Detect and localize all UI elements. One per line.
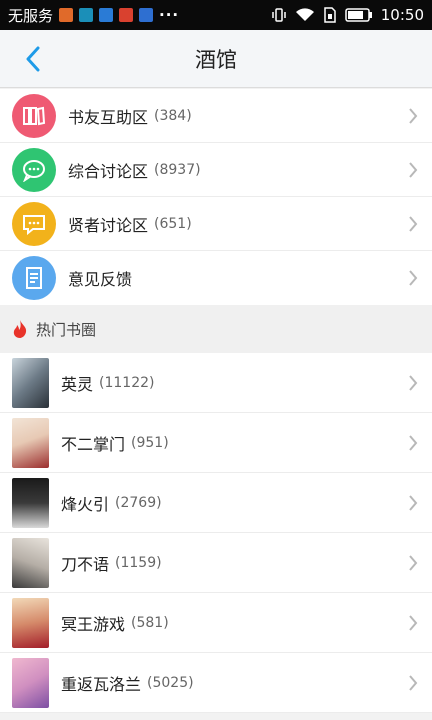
carrier-text: 无服务 xyxy=(8,6,54,25)
sim-card-icon xyxy=(323,7,337,23)
notification-app-icon xyxy=(59,8,74,22)
circle-count: (1159) xyxy=(115,554,162,571)
book-cover xyxy=(12,657,49,708)
clock-time: 10:50 xyxy=(380,6,424,24)
book-circle-item[interactable]: 英灵 (11122) xyxy=(0,353,432,413)
book-circle-item[interactable]: 不二掌门 (951) xyxy=(0,413,432,473)
chat-bubble-icon xyxy=(12,147,56,192)
book-circle-item[interactable]: 冥王游戏 (581) xyxy=(0,593,432,653)
book-circle-list: 英灵 (11122) 不二掌门 (951) 烽火引 (2769) 刀不语 (11… xyxy=(0,353,432,713)
notification-app-icon xyxy=(99,8,114,22)
chevron-right-icon xyxy=(409,161,418,178)
book-circle-item[interactable]: 烽火引 (2769) xyxy=(0,473,432,533)
circle-count: (5025) xyxy=(147,674,194,691)
circle-name: 英灵 xyxy=(61,374,94,394)
message-icon xyxy=(12,201,56,246)
circle-name: 冥王游戏 xyxy=(61,614,126,634)
book-cover xyxy=(12,537,49,588)
circle-count: (2769) xyxy=(115,494,162,511)
more-notifications-icon: ··· xyxy=(159,6,180,24)
book-circle-item[interactable]: 重返瓦洛兰 (5025) xyxy=(0,653,432,713)
books-icon xyxy=(12,93,56,138)
chevron-right-icon xyxy=(409,270,418,286)
chevron-right-icon xyxy=(409,554,418,571)
book-circle-item[interactable]: 刀不语 (1159) xyxy=(0,533,432,593)
chevron-right-icon xyxy=(409,107,418,124)
forum-item-mutual-help[interactable]: 书友互助区 (384) xyxy=(0,89,432,143)
circle-name: 不二掌门 xyxy=(61,434,126,454)
forum-name: 综合讨论区 xyxy=(68,161,149,181)
document-icon xyxy=(12,256,56,300)
forum-item-feedback[interactable]: 意见反馈 xyxy=(0,251,432,305)
forum-list: 书友互助区 (384) 综合讨论区 (8937) 贤者讨论区 (651) 意见反… xyxy=(0,89,432,305)
forum-item-general-discussion[interactable]: 综合讨论区 (8937) xyxy=(0,143,432,197)
forum-name: 书友互助区 xyxy=(68,107,149,127)
circle-count: (951) xyxy=(131,434,169,451)
wifi-icon xyxy=(295,7,315,23)
section-title: 热门书圈 xyxy=(36,320,97,339)
chevron-left-icon xyxy=(26,46,40,72)
forum-count: (384) xyxy=(154,107,192,124)
chevron-right-icon xyxy=(409,494,418,511)
circle-count: (581) xyxy=(131,614,169,631)
chevron-right-icon xyxy=(409,374,418,391)
notification-app-icon xyxy=(119,8,134,22)
forum-item-sage-discussion[interactable]: 贤者讨论区 (651) xyxy=(0,197,432,251)
status-bar: 无服务 ··· 10:50 xyxy=(0,0,432,30)
circle-name: 烽火引 xyxy=(61,494,110,514)
back-button[interactable] xyxy=(18,44,48,74)
book-cover xyxy=(12,357,49,408)
top-app-bar: 酒馆 xyxy=(0,30,432,88)
flame-icon xyxy=(13,320,27,338)
forum-name: 贤者讨论区 xyxy=(68,215,149,235)
vibrate-icon xyxy=(271,7,287,23)
page-title: 酒馆 xyxy=(195,47,237,72)
book-cover xyxy=(12,597,49,648)
hot-circles-header: 热门书圈 xyxy=(0,305,432,353)
battery-icon xyxy=(345,8,373,22)
notification-app-icon xyxy=(79,8,94,22)
circle-name: 重返瓦洛兰 xyxy=(61,674,142,694)
forum-name: 意见反馈 xyxy=(68,270,133,289)
book-cover xyxy=(12,417,49,468)
chevron-right-icon xyxy=(409,674,418,691)
notification-app-icon xyxy=(139,8,154,22)
forum-count: (8937) xyxy=(154,161,201,178)
book-cover xyxy=(12,477,49,528)
circle-count: (11122) xyxy=(99,374,155,391)
forum-count: (651) xyxy=(154,215,192,232)
circle-name: 刀不语 xyxy=(61,554,110,574)
chevron-right-icon xyxy=(409,614,418,631)
chevron-right-icon xyxy=(409,434,418,451)
chevron-right-icon xyxy=(409,215,418,232)
